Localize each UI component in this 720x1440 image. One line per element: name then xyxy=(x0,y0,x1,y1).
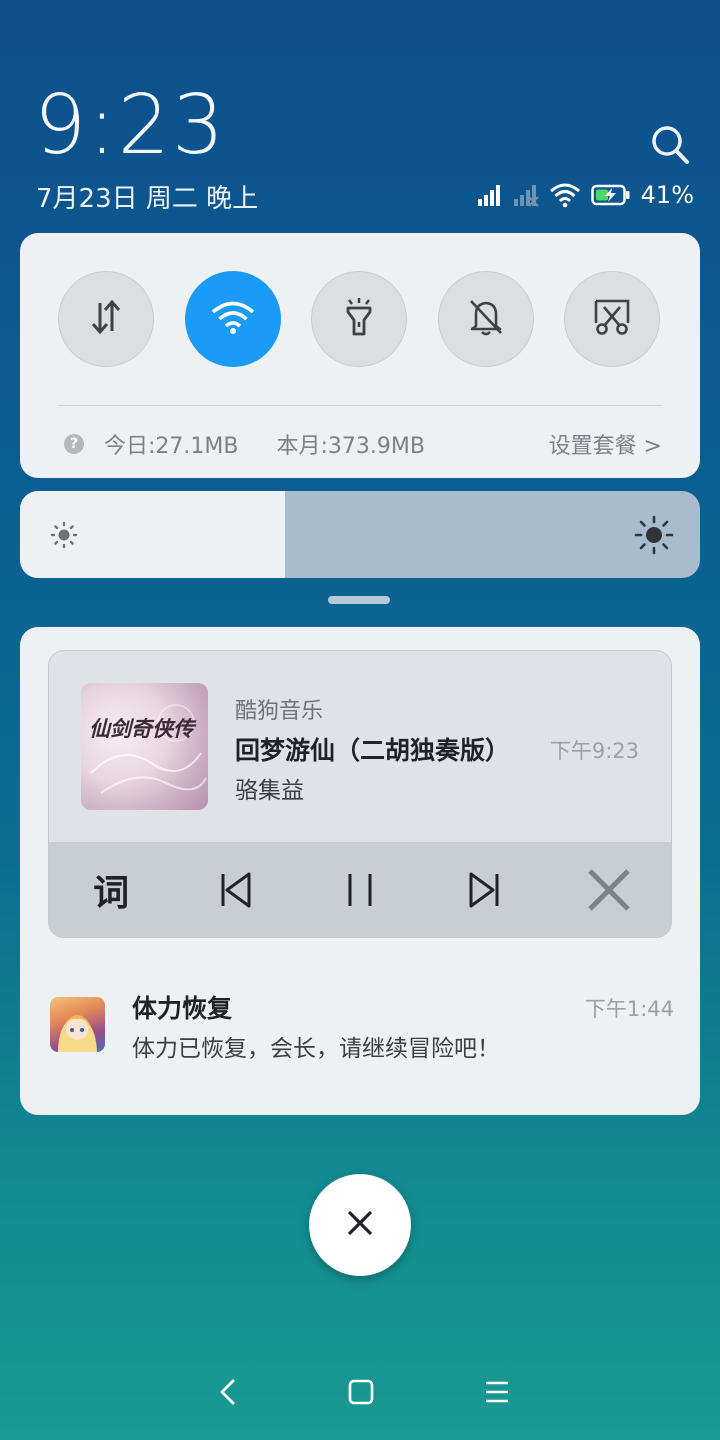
screenshot-toggle[interactable] xyxy=(564,271,660,367)
artist-name: 骆集益 xyxy=(235,778,304,804)
music-controls: 词 xyxy=(49,842,671,937)
previous-icon[interactable] xyxy=(206,860,266,920)
battery-percent: 41% xyxy=(640,181,694,209)
music-time: 下午9:23 xyxy=(549,739,639,763)
clear-notifications-button[interactable] xyxy=(309,1174,411,1276)
album-art: 仙剑奇侠传 xyxy=(81,683,208,810)
album-art-title: 仙剑奇侠传 xyxy=(89,716,194,741)
signal-empty-icon xyxy=(513,183,539,207)
battery-charging-icon xyxy=(590,184,631,206)
usage-month: 本月:373.9MB xyxy=(276,434,425,459)
pause-icon[interactable] xyxy=(330,860,390,920)
mobile-data-toggle[interactable] xyxy=(58,271,154,367)
game-notification-time: 下午1:44 xyxy=(584,997,674,1021)
date: 7月23日 周二 晚上 xyxy=(36,184,259,214)
song-title: 回梦游仙（二胡独奏版） xyxy=(235,736,511,765)
close-icon xyxy=(346,1209,374,1241)
brightness-low-icon xyxy=(50,521,78,553)
flashlight-icon xyxy=(341,296,377,342)
notifications-panel: 仙剑奇侠传 酷狗音乐 回梦游仙（二胡独奏版） 骆集益 下午9:23 词 体力恢复… xyxy=(20,627,700,1115)
back-icon[interactable] xyxy=(208,1362,248,1422)
home-icon[interactable] xyxy=(340,1362,382,1422)
game-app-icon xyxy=(50,997,105,1052)
music-notification[interactable]: 仙剑奇侠传 酷狗音乐 回梦游仙（二胡独奏版） 骆集益 下午9:23 词 xyxy=(48,650,672,938)
game-notification-title: 体力恢复 xyxy=(132,994,233,1023)
flashlight-toggle[interactable] xyxy=(311,271,407,367)
data-usage-row: ? 今日:27.1MB 本月:373.9MB 设置套餐 > xyxy=(64,428,662,460)
lyrics-button[interactable]: 词 xyxy=(81,860,141,920)
game-notification-message: 体力已恢复，会长，请继续冒险吧！ xyxy=(132,1036,500,1062)
wifi-toggle[interactable] xyxy=(185,271,281,367)
divider xyxy=(58,405,662,406)
menu-icon[interactable] xyxy=(476,1362,518,1422)
quick-settings-panel: ? 今日:27.1MB 本月:373.9MB 设置套餐 > xyxy=(20,233,700,478)
next-icon[interactable] xyxy=(454,860,514,920)
search-icon[interactable] xyxy=(650,124,690,168)
signal-icon xyxy=(477,183,503,207)
scissors-icon xyxy=(592,297,632,341)
brightness-slider[interactable] xyxy=(20,491,700,578)
set-plan-link[interactable]: 设置套餐 > xyxy=(549,428,662,460)
brightness-high-icon xyxy=(634,515,674,559)
wifi-icon xyxy=(210,299,256,339)
close-icon[interactable] xyxy=(579,860,639,920)
clock: 9:23 xyxy=(34,78,227,173)
wifi-icon xyxy=(549,182,581,208)
usage-today: 今日:27.1MB xyxy=(104,434,239,459)
data-arrows-icon xyxy=(89,297,123,341)
silent-toggle[interactable] xyxy=(438,271,534,367)
music-app-name: 酷狗音乐 xyxy=(235,699,324,724)
bell-off-icon xyxy=(466,296,506,342)
status-bar: 41% xyxy=(477,178,694,212)
help-icon[interactable]: ? xyxy=(64,434,84,454)
panel-drag-handle[interactable] xyxy=(328,596,390,604)
